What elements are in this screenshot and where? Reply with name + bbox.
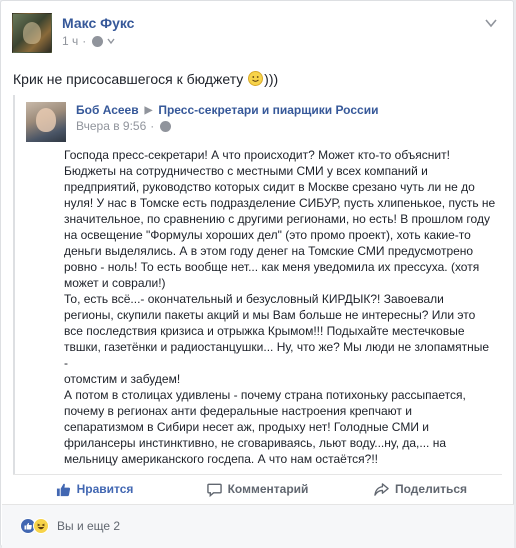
body-line: все последствия кризиса и отрыжка Крымом… [64, 324, 465, 338]
body-line: фрилансеры инстинктивно, не сговариваясь… [64, 436, 447, 450]
body-line: нуля! У нас в Томске есть подразделение … [64, 196, 496, 210]
body-line: твшки, газетёнки и радиостанцушки... Ну,… [64, 340, 490, 370]
body-line: мельницу американского госдепа. А что на… [64, 452, 379, 466]
share-button[interactable]: Поделиться [339, 482, 502, 497]
reactions-count: Вы и еще 2 [57, 519, 121, 533]
share-icon [374, 482, 389, 496]
comment-icon [206, 483, 222, 497]
chevron-down-icon[interactable] [485, 17, 497, 29]
post-time[interactable]: 1 ч [62, 34, 78, 48]
author-avatar[interactable] [12, 13, 52, 53]
body-line: значительное, по сравнению с другими рег… [64, 212, 490, 226]
body-line: ровно - ноль! То есть вообще нет... как … [64, 260, 480, 274]
shared-meta: Вчера в 9:56 · [76, 119, 172, 133]
post-meta: 1 ч · [62, 34, 115, 48]
globe-icon [160, 120, 172, 132]
body-line: То, есть всё...- окончательный и безусло… [64, 292, 444, 306]
body-line: А потом в столицах удивлены - почему стр… [64, 388, 466, 402]
shared-time[interactable]: Вчера в 9:56 [76, 119, 146, 133]
body-line: регионы, скупили пакеты акций и мы Вам б… [64, 308, 476, 322]
body-line: деньги выделялись. А в этом году денег н… [64, 244, 474, 258]
thumbs-up-icon [56, 483, 70, 496]
shared-body-text: Господа пресс-секретари! А что происходи… [64, 147, 496, 467]
arrow-right-icon: ▶ [144, 104, 153, 116]
shared-header: Боб Асеев ▶ Пресс-секретари и пиарщики Р… [76, 103, 378, 117]
body-line: Бюджеты на сотрудничество с местными СМИ… [64, 164, 428, 178]
post-card: Макс Фукс 1 ч · Крик не присосавшегося к… [0, 0, 514, 548]
haha-reaction-icon [33, 518, 49, 534]
post-author-name[interactable]: Макс Фукс [62, 15, 134, 31]
shared-author-name[interactable]: Боб Асеев [76, 103, 139, 117]
globe-icon [92, 35, 104, 47]
shared-post: Боб Асеев ▶ Пресс-секретари и пиарщики Р… [13, 95, 502, 475]
body-line: Господа пресс-секретари! А что происходи… [64, 148, 450, 162]
body-line: на освещение "Формулы хороших дел" (это … [64, 228, 471, 242]
body-line: почему в регионах анти федеральные настр… [64, 404, 412, 418]
reactions-summary[interactable]: Вы и еще 2 [20, 518, 120, 534]
shared-author-avatar[interactable] [26, 102, 66, 142]
privacy-dropdown-icon[interactable] [107, 37, 115, 45]
body-line: предприятий, руководство которых сидит в… [64, 180, 475, 194]
shared-group-name[interactable]: Пресс-секретари и пиарщики России [158, 103, 378, 117]
body-line: может и соврали!) [64, 276, 166, 290]
like-button[interactable]: Нравится [13, 482, 176, 497]
post-text: Крик не присосавшегося к бюджету ))) [13, 71, 279, 87]
reactions-bar: Вы и еще 2 [2, 504, 514, 548]
comment-button[interactable]: Комментарий [176, 482, 339, 497]
body-line: сепаратизмом в Сибири несет аж, продыху … [64, 420, 429, 434]
action-bar: Нравится Комментарий Поделиться [13, 475, 502, 503]
smile-emoji-icon [248, 71, 264, 86]
body-line: отомстим и забудем! [64, 372, 181, 386]
